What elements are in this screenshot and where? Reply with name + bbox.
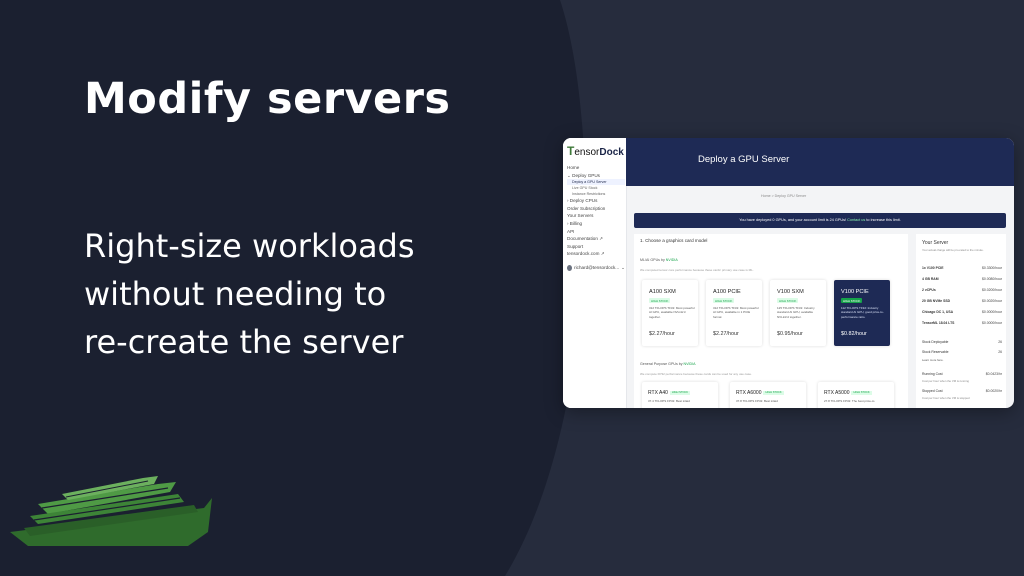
subline-line-3: re-create the server <box>84 323 404 361</box>
learn-more-link[interactable]: Learn more here. <box>922 358 943 362</box>
gpu-card-rtx-a5000[interactable]: RTX A5000 HIGH STOCK 27.8 TFLOPS FP32: Th… <box>818 382 894 408</box>
avatar <box>567 264 573 271</box>
stock-badge: HIGH STOCK <box>763 390 784 395</box>
stopped-cost: Stopped Cost $0.0020/hr <box>922 389 1002 393</box>
running-cost-note: Cost per hour when the VM is running <box>922 379 969 383</box>
summary-line-ram: 4 GB RAM $0.0080/hour <box>922 277 1002 281</box>
gpu-card-v100-sxm[interactable]: V100 SXM HIGH STOCK 125 TFLOPS TF32: Ind… <box>770 280 826 346</box>
subline-line-2: without needing to <box>84 275 387 313</box>
summary-line-gpu: 1x V100 PCIE $0.3300/hour <box>922 266 1002 270</box>
sidebar-item-support[interactable]: Support <box>567 243 625 251</box>
contact-us-link[interactable]: Contact us <box>847 218 865 222</box>
sidebar-item-tensordock-com[interactable]: tensordock.com ↗ <box>567 250 625 258</box>
summary-line-location: Chicago DC 1, USA $0.0000/hour <box>922 310 1002 314</box>
gpu-price: $0.82/hour <box>841 331 867 337</box>
subline-line-1: Right-size workloads <box>84 227 415 265</box>
summary-line-cpu: 2 vCPUs $0.0200/hour <box>922 288 1002 292</box>
server-summary-panel: Your Server Your actual charge will be p… <box>916 234 1006 408</box>
gpu-selection-panel: 1. Choose a graphics card model ML/AI GP… <box>634 234 908 408</box>
breadcrumb: Home > Deploy GPU Server <box>761 194 807 198</box>
gpu-card-a100-pcie[interactable]: A100 PCIE HIGH STOCK 312 TFLOPS TF32: Mo… <box>706 280 762 346</box>
sidebar-item-documentation[interactable]: Documentation ↗ <box>567 235 625 243</box>
gpu-price: $2.27/hour <box>713 331 739 337</box>
sidebar-item-order-subscription[interactable]: Order Subscription <box>567 205 625 213</box>
stock-reservable: Stock Reservable 26 <box>922 350 1002 354</box>
gpu-card-v100-pcie[interactable]: V100 PCIE HIGH STOCK 112 TFLOPS TF32: In… <box>834 280 890 346</box>
nvidia-link[interactable]: NVIDIA <box>666 258 678 262</box>
gp-gpus-note: We compute FP32 performance because thes… <box>640 372 752 376</box>
summary-subtitle: Your actual charge will be pro-rated to … <box>922 248 984 252</box>
sidebar-item-billing[interactable]: › Billing <box>567 220 625 228</box>
gpu-price: $0.95/hour <box>777 331 803 337</box>
gpu-card-a100-sxm[interactable]: A100 SXM HIGH STOCK 312 TFLOPS TF32: Mos… <box>642 280 698 346</box>
app-screenshot: TensorDock Home ⌄ Deploy GPUs Deploy a G… <box>563 138 1014 408</box>
sidebar-item-deploy-cpus[interactable]: › Deploy CPUs <box>567 197 625 205</box>
ml-gpus-label: ML/AI GPUs by NVIDIA <box>640 258 678 262</box>
user-email: richard@tensordock... <box>574 264 620 270</box>
chevron-down-icon: ⌄ <box>621 264 625 270</box>
step-heading: 1. Choose a graphics card model <box>640 238 708 243</box>
user-menu[interactable]: richard@tensordock... ⌄ <box>567 264 625 272</box>
running-cost: Running Cost $0.0423/hr <box>922 372 1002 376</box>
sidebar-item-api[interactable]: API <box>567 228 625 236</box>
gpu-price: $2.27/hour <box>649 331 675 337</box>
ship-logo-icon <box>10 476 212 546</box>
gpu-card-rtx-a6000[interactable]: RTX A6000 HIGH STOCK 37.8 TFLOPS FP32: Be… <box>730 382 806 408</box>
gp-gpus-label: General Purpose GPUs by NVIDIA <box>640 362 696 366</box>
stock-badge: HIGH STOCK <box>777 298 799 303</box>
sidebar-item-deploy-gpus[interactable]: ⌄ Deploy GPUs <box>567 172 625 180</box>
stock-badge: HIGH STOCK <box>669 390 691 395</box>
limit-banner: You have deployed 0 GPUs, and your accou… <box>634 213 1006 228</box>
page-title: Deploy a GPU Server <box>698 154 790 165</box>
slide-subline: Right-size workloads without needing to … <box>84 222 415 366</box>
stock-badge: HIGH STOCK <box>841 298 863 303</box>
stopped-cost-note: Cost per hour when the VM is stopped <box>922 396 970 400</box>
ml-gpus-note: We computed tensor core performance beca… <box>640 268 754 272</box>
sidebar: TensorDock Home ⌄ Deploy GPUs Deploy a G… <box>563 138 627 408</box>
summary-line-os: TensorML 18.04 LTS $0.0000/hour <box>922 321 1002 325</box>
stock-deployable: Stock Deployable 26 <box>922 340 1002 344</box>
nvidia-link[interactable]: NVIDIA <box>684 362 696 366</box>
tensordock-logo: TensorDock <box>567 144 624 158</box>
stock-badge: HIGH STOCK <box>649 298 671 303</box>
stock-badge: HIGH STOCK <box>713 298 735 303</box>
gpu-card-rtx-a40[interactable]: RTX A40 HIGH STOCK 37.4 TFLOPS FP32: Best… <box>642 382 718 408</box>
summary-heading: Your Server <box>922 240 949 246</box>
slide-headline: Modify servers <box>84 74 451 124</box>
summary-line-storage: 20 GB NVMe SSD $0.0020/hour <box>922 299 1002 303</box>
page-header: Deploy a GPU Server <box>626 138 1014 186</box>
sidebar-nav: Home ⌄ Deploy GPUs Deploy a GPU Server L… <box>567 164 625 272</box>
sidebar-item-home[interactable]: Home <box>567 164 625 172</box>
main-content: Deploy a GPU Server Home > Deploy GPU Se… <box>626 138 1014 408</box>
stock-badge: HIGH STOCK <box>851 390 872 395</box>
sidebar-item-your-servers[interactable]: Your Servers <box>567 212 625 220</box>
